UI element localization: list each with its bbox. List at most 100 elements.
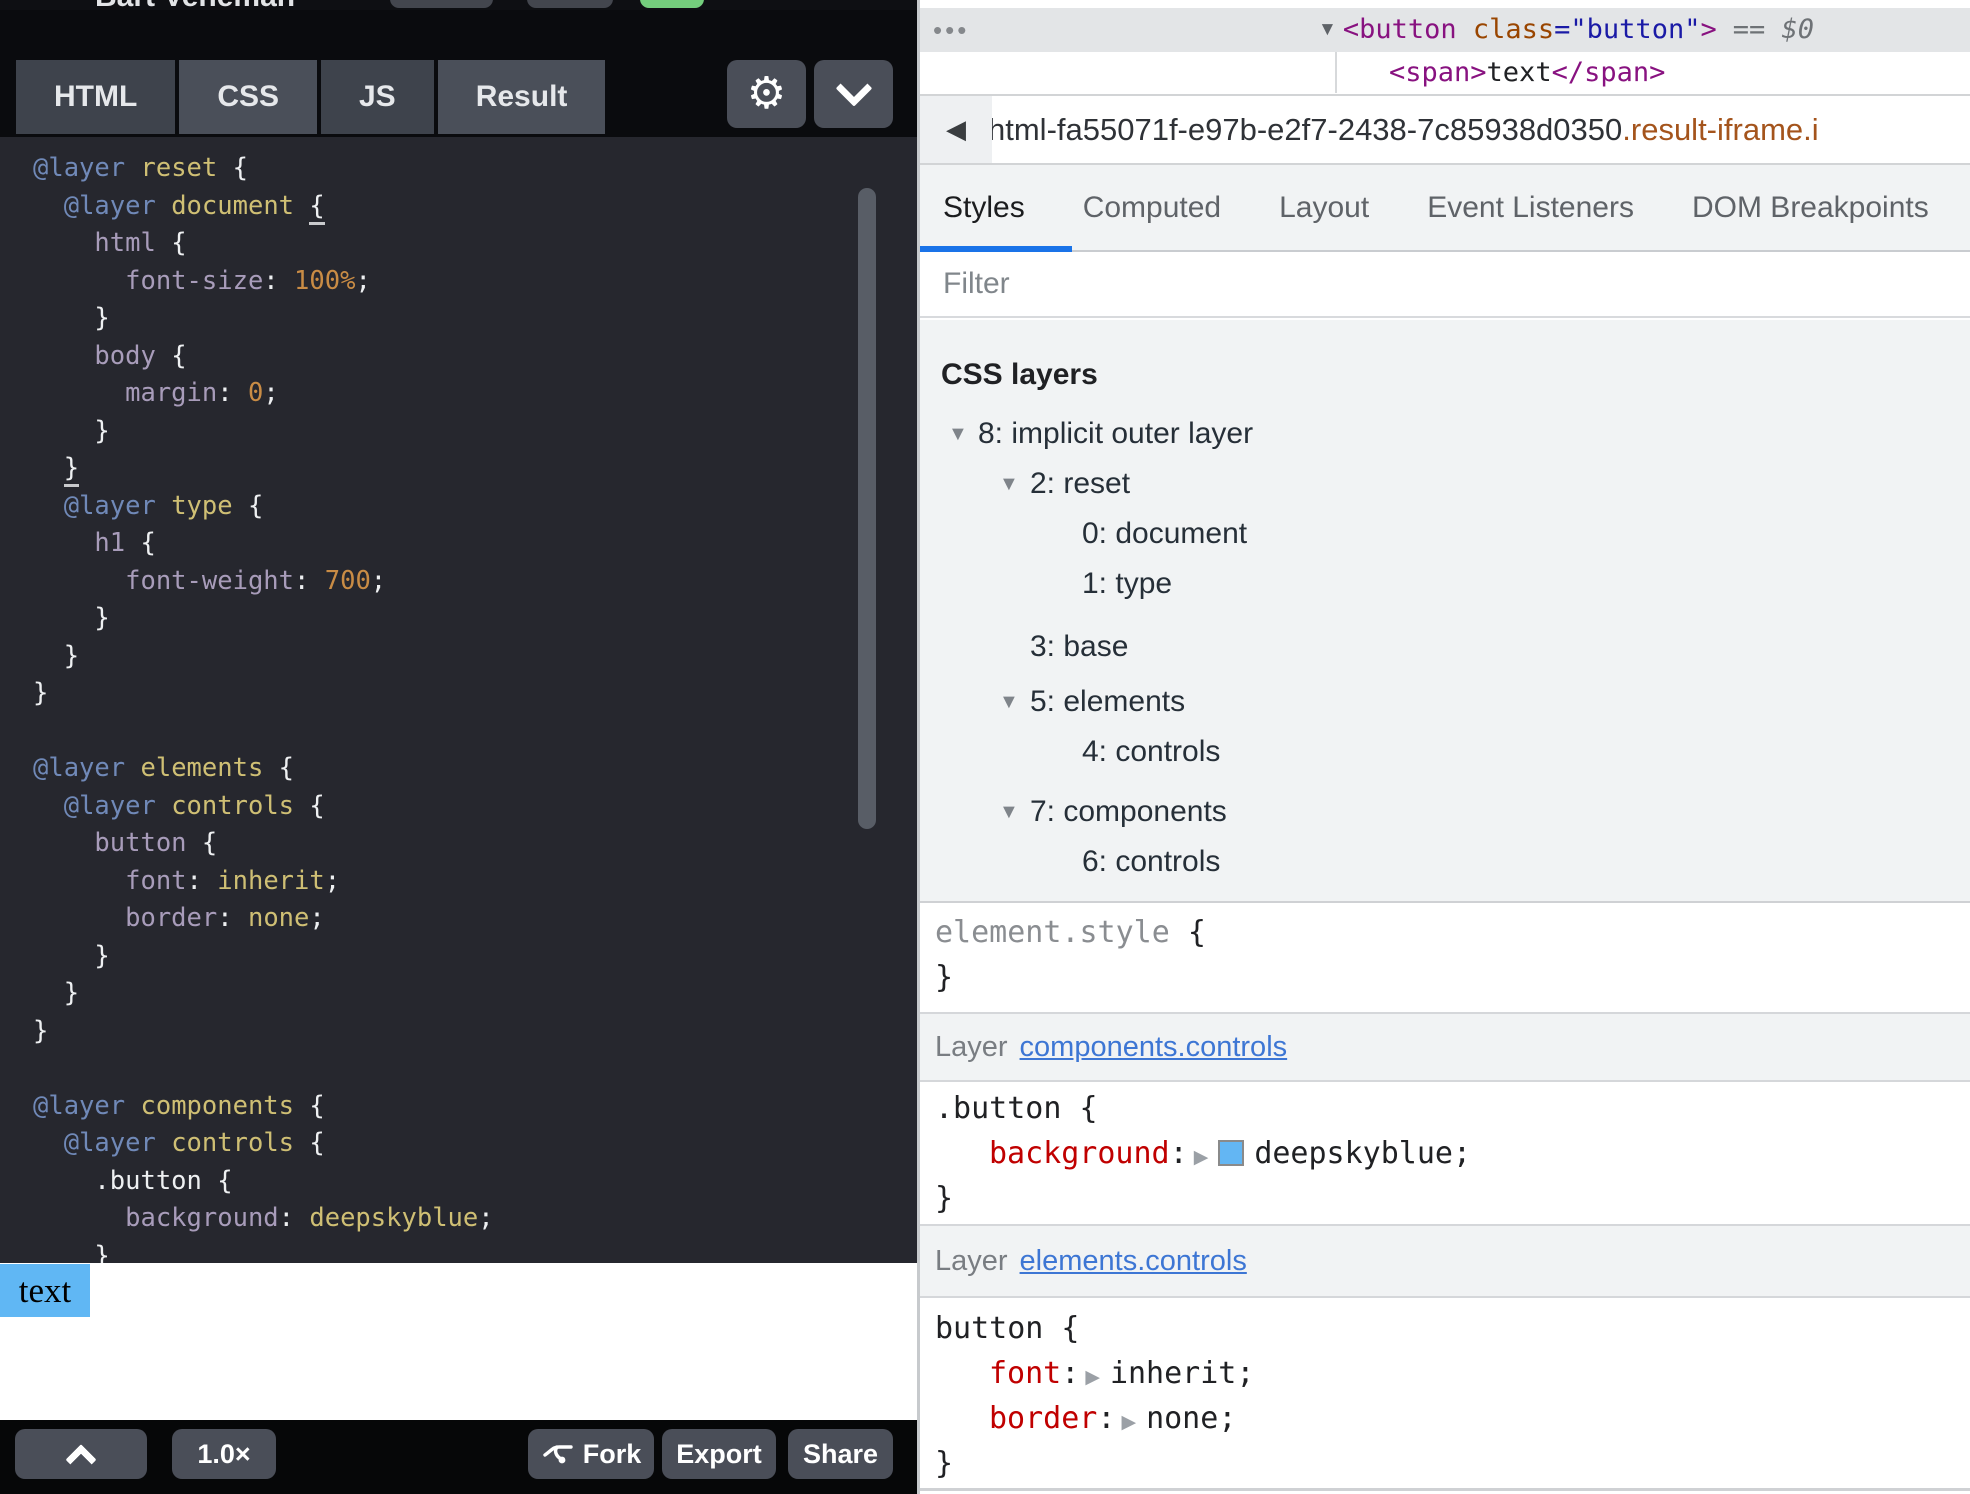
property-name[interactable]: border — [989, 1401, 1097, 1436]
zoom-level-button[interactable]: 1.0× — [172, 1429, 276, 1479]
export-button[interactable]: Export — [662, 1429, 776, 1479]
console-toggle-button[interactable] — [15, 1429, 147, 1479]
expand-triangle-icon[interactable]: ▶ — [1121, 1412, 1136, 1433]
property-name[interactable]: font — [989, 1356, 1061, 1391]
css-layer-item[interactable]: 1: type — [920, 562, 1970, 606]
css-layer-item[interactable]: 4: controls — [920, 730, 1970, 774]
back-button[interactable]: ◀ — [920, 96, 992, 163]
css-editor[interactable]: @layer reset { @layer document { html { … — [0, 137, 917, 1263]
code-line[interactable]: font: inherit; — [33, 863, 917, 901]
elements-child-row[interactable]: <span>text</span> — [920, 52, 1970, 93]
code-line[interactable]: } — [33, 1013, 917, 1051]
layer-label: 8: implicit outer layer — [978, 412, 1253, 456]
code-line[interactable]: @layer document { — [33, 188, 917, 226]
css-property[interactable]: font:▶inherit; — [920, 1351, 1970, 1396]
code-line[interactable]: @layer components { — [33, 1088, 917, 1126]
rendered-button[interactable]: text — [0, 1264, 90, 1317]
devtools-tab-styles[interactable]: Styles — [920, 165, 1054, 250]
rule-selector[interactable]: element.style — [935, 915, 1170, 950]
fork-button[interactable]: Fork — [528, 1429, 654, 1479]
code-line[interactable]: } — [33, 600, 917, 638]
style-rule: button {font:▶inherit;border:▶none;} — [920, 1298, 1970, 1488]
editor-tab-result[interactable]: Result — [438, 60, 606, 134]
css-layer-item[interactable]: 6: controls — [920, 840, 1970, 884]
code-line[interactable]: } — [33, 975, 917, 1013]
elements-selected-row[interactable]: ••• ▼<button class="button">== $0 — [920, 8, 1970, 52]
tree-expand-icon[interactable]: ▼ — [999, 680, 1019, 724]
expand-triangle-icon[interactable]: ▶ — [1085, 1367, 1100, 1388]
code-line[interactable]: } — [33, 413, 917, 451]
code-line[interactable]: border: none; — [33, 900, 917, 938]
editor-tab-html[interactable]: HTML — [16, 60, 175, 134]
devtools-tab-computed[interactable]: Computed — [1054, 165, 1250, 250]
code-line[interactable]: background: deepskyblue; — [33, 1200, 917, 1238]
css-layer-item[interactable]: 0: document — [920, 512, 1970, 556]
property-value[interactable]: inherit — [1110, 1356, 1236, 1391]
css-code[interactable]: @layer reset { @layer document { html { … — [0, 137, 917, 1263]
layer-link[interactable]: components.controls — [1020, 1031, 1288, 1064]
layer-link[interactable]: elements.controls — [1020, 1245, 1247, 1278]
editor-collapse-button[interactable] — [814, 60, 893, 128]
share-button[interactable]: Share — [788, 1429, 893, 1479]
child-node[interactable]: <span>text</span> — [1389, 52, 1665, 93]
gear-icon: ⚙ — [747, 72, 786, 116]
tree-expand-icon[interactable]: ▼ — [948, 412, 968, 456]
code-line[interactable]: @layer controls { — [33, 1125, 917, 1163]
save-button[interactable] — [640, 0, 704, 8]
expand-triangle-icon[interactable]: ▶ — [1194, 1147, 1209, 1168]
styles-filter-input[interactable]: Filter — [943, 252, 1010, 316]
devtools-tab-layout[interactable]: Layout — [1250, 165, 1398, 250]
property-value[interactable]: deepskyblue — [1254, 1136, 1453, 1171]
code-line[interactable]: @layer controls { — [33, 788, 917, 826]
node-expand-icon[interactable]: ▼ — [1318, 19, 1337, 40]
code-line[interactable]: button { — [33, 825, 917, 863]
pen-header: Bart Veneman — [0, 0, 917, 10]
code-line[interactable]: html { — [33, 225, 917, 263]
code-line[interactable]: } — [33, 638, 917, 676]
editor-settings-button[interactable]: ⚙ — [727, 60, 806, 128]
editor-tab-js[interactable]: JS — [321, 60, 434, 134]
css-layer-item[interactable]: ▼2: reset — [920, 462, 1970, 506]
tree-expand-icon[interactable]: ▼ — [999, 790, 1019, 834]
tree-expand-icon[interactable]: ▼ — [999, 462, 1019, 506]
css-property[interactable]: background:▶deepskyblue; — [920, 1131, 1970, 1176]
css-property[interactable]: border:▶none; — [920, 1396, 1970, 1441]
css-layer-item[interactable]: ▼8: implicit outer layer — [920, 412, 1970, 456]
color-swatch[interactable] — [1218, 1140, 1244, 1166]
devtools-tab-event-listeners[interactable]: Event Listeners — [1398, 165, 1663, 250]
code-line[interactable]: } — [33, 938, 917, 976]
code-line[interactable]: } — [33, 675, 917, 713]
code-line[interactable] — [33, 713, 917, 751]
styles-filter[interactable]: Filter — [920, 252, 1970, 318]
css-layer-item[interactable]: ▼5: elements — [920, 680, 1970, 724]
code-line[interactable]: @layer type { — [33, 488, 917, 526]
editor-scrollbar[interactable] — [858, 188, 876, 829]
code-line[interactable]: @layer elements { — [33, 750, 917, 788]
rule-selector[interactable]: button — [935, 1311, 1043, 1346]
code-line[interactable]: h1 { — [33, 525, 917, 563]
code-line[interactable]: margin: 0; — [33, 375, 917, 413]
header-button[interactable] — [527, 0, 613, 8]
rule-selector[interactable]: .button — [935, 1091, 1061, 1126]
devtools-tab-dom-breakpoints[interactable]: DOM Breakpoints — [1663, 165, 1958, 250]
code-line[interactable]: font-size: 100%; — [33, 263, 917, 301]
devtools-pane: ••• ▼<button class="button">== $0 <span>… — [920, 0, 1970, 1494]
code-line[interactable]: .button { — [33, 1163, 917, 1201]
code-line[interactable]: @layer reset { — [33, 150, 917, 188]
property-value[interactable]: none — [1146, 1401, 1218, 1436]
editor-tab-css[interactable]: CSS — [179, 60, 317, 134]
code-line[interactable] — [33, 1050, 917, 1088]
css-layer-item[interactable]: ▼7: components — [920, 790, 1970, 834]
code-line[interactable]: } — [33, 300, 917, 338]
header-button[interactable] — [390, 0, 493, 8]
code-line[interactable]: body { — [33, 338, 917, 376]
code-line[interactable]: font-weight: 700; — [33, 563, 917, 601]
more-actions-icon[interactable]: ••• — [933, 8, 969, 52]
css-layer-item[interactable]: 3: base — [920, 625, 1970, 669]
layer-label: 4: controls — [1082, 730, 1220, 774]
code-line[interactable]: } — [33, 1238, 917, 1264]
selected-node[interactable]: ▼<button class="button">== $0 — [1318, 8, 1814, 52]
style-rule: element.style {} — [920, 905, 1970, 1012]
code-line[interactable]: } — [33, 450, 917, 488]
property-name[interactable]: background — [989, 1136, 1170, 1171]
